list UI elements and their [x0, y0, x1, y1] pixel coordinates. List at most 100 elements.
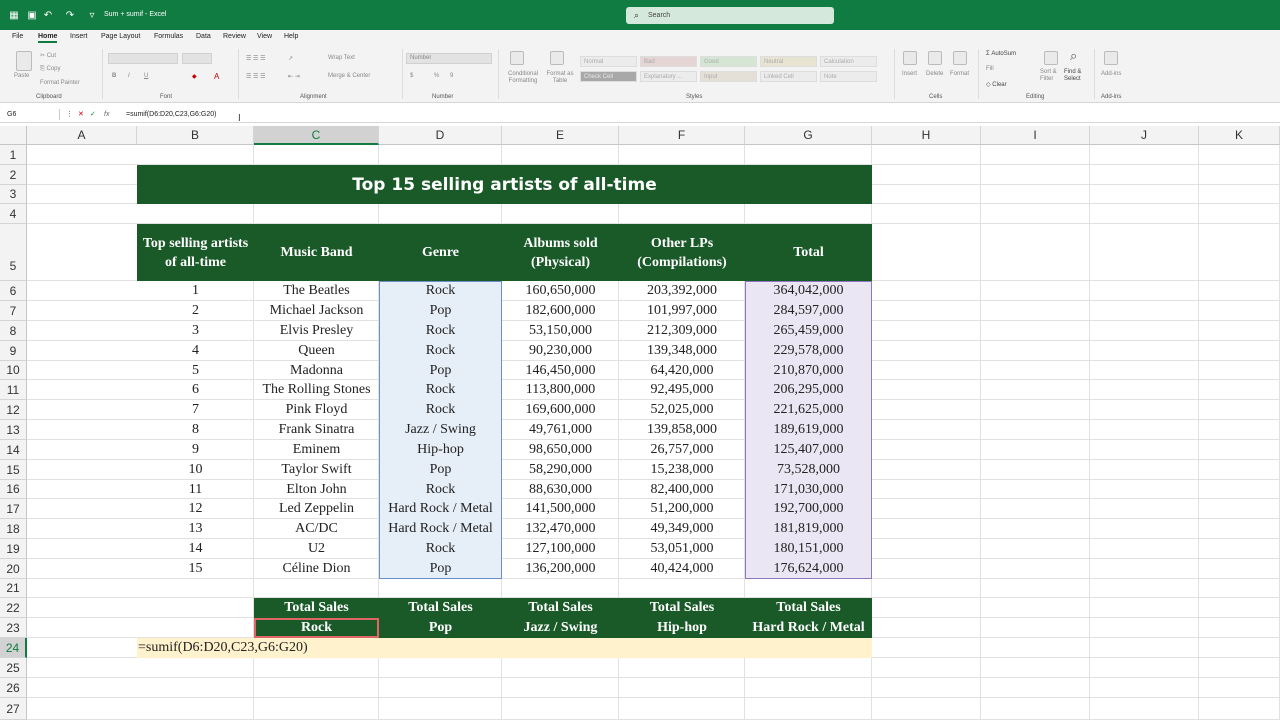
cell-albums[interactable]: 169,600,000	[502, 400, 619, 420]
column-header-g[interactable]: G	[745, 126, 872, 145]
cell-rank[interactable]: 3	[137, 321, 254, 341]
cell-other[interactable]: 64,420,000	[619, 361, 745, 380]
cell-genre[interactable]: Rock	[379, 321, 502, 341]
conditional-formatting-button[interactable]: Conditional Formatting	[503, 71, 543, 85]
cell-genre[interactable]: Pop	[379, 301, 502, 321]
insert-cells-icon[interactable]	[903, 51, 917, 65]
style-calculation[interactable]: Calculation	[820, 56, 877, 67]
font-color-icon[interactable]: A	[214, 72, 219, 81]
format-as-table-icon[interactable]	[550, 51, 564, 65]
row-header-4[interactable]: 4	[0, 204, 27, 224]
cell-total[interactable]: 171,030,000	[745, 480, 872, 499]
align-top-icon[interactable]: ☰ ☰ ☰	[246, 55, 265, 62]
column-header-c[interactable]: C	[254, 126, 379, 145]
column-header-d[interactable]: D	[379, 126, 502, 145]
cell-total[interactable]: 210,870,000	[745, 361, 872, 380]
tab-insert[interactable]: Insert	[70, 33, 88, 40]
font-name-select[interactable]	[108, 53, 178, 64]
cell-genre[interactable]: Jazz / Swing	[379, 420, 502, 440]
cell-other[interactable]: 82,400,000	[619, 480, 745, 499]
row-header-23[interactable]: 23	[0, 618, 27, 638]
sort-filter-icon[interactable]	[1044, 51, 1058, 65]
cell-genre[interactable]: Rock	[379, 400, 502, 420]
cell-band[interactable]: Taylor Swift	[254, 460, 379, 480]
column-header-b[interactable]: B	[137, 126, 254, 145]
cell-other[interactable]: 40,424,000	[619, 559, 745, 579]
cell-albums[interactable]: 49,761,000	[502, 420, 619, 440]
name-box-dropdown-icon[interactable]: ⋮	[66, 109, 73, 120]
cell-genre[interactable]: Hip-hop	[379, 440, 502, 460]
cell-total[interactable]: 125,407,000	[745, 440, 872, 460]
cell-band[interactable]: U2	[254, 539, 379, 559]
cell-band[interactable]: Led Zeppelin	[254, 499, 379, 519]
format-cells-button[interactable]: Format	[950, 71, 969, 77]
cell-genre[interactable]: Rock	[379, 480, 502, 499]
tab-home[interactable]: Home	[38, 33, 58, 43]
column-header-k[interactable]: K	[1199, 126, 1280, 145]
row-header-6[interactable]: 6	[0, 281, 27, 301]
cell-other[interactable]: 139,348,000	[619, 341, 745, 361]
row-header-7[interactable]: 7	[0, 301, 27, 321]
sort-filter-button[interactable]: Sort & Filter	[1040, 69, 1064, 83]
cell-rank[interactable]: 15	[137, 559, 254, 579]
cell-genre[interactable]: Pop	[379, 460, 502, 480]
row-header-10[interactable]: 10	[0, 361, 27, 380]
cell-band[interactable]: Michael Jackson	[254, 301, 379, 321]
row-header-15[interactable]: 15	[0, 460, 27, 480]
row-header-19[interactable]: 19	[0, 539, 27, 559]
cell-band[interactable]: Madonna	[254, 361, 379, 380]
tab-help[interactable]: Help	[284, 33, 298, 40]
cell-total[interactable]: 364,042,000	[745, 281, 872, 301]
orientation-icon[interactable]: ↗	[288, 55, 293, 62]
row-header-25[interactable]: 25	[0, 658, 27, 678]
delete-cells-icon[interactable]	[928, 51, 942, 65]
comma-button[interactable]: 9	[450, 73, 453, 79]
cell-other[interactable]: 52,025,000	[619, 400, 745, 420]
find-select-button[interactable]: Find & Select	[1064, 69, 1092, 83]
cell-rank[interactable]: 14	[137, 539, 254, 559]
name-box[interactable]: G6	[4, 109, 60, 120]
copy-button[interactable]: ⎘ Copy	[40, 66, 60, 73]
summary-label-cell[interactable]: Total Sales	[379, 598, 502, 618]
row-header-8[interactable]: 8	[0, 321, 27, 341]
summary-genre-cell[interactable]: Jazz / Swing	[502, 618, 619, 638]
summary-genre-cell[interactable]: Hard Rock / Metal	[745, 618, 872, 638]
cell-total[interactable]: 229,578,000	[745, 341, 872, 361]
cell-genre[interactable]: Pop	[379, 559, 502, 579]
add-ins-button[interactable]: Add-ins	[1101, 71, 1121, 77]
delete-cells-button[interactable]: Delete	[926, 71, 943, 77]
summary-genre-cell[interactable]: Pop	[379, 618, 502, 638]
cell-total[interactable]: 180,151,000	[745, 539, 872, 559]
cell-band[interactable]: Frank Sinatra	[254, 420, 379, 440]
cell-genre[interactable]: Rock	[379, 380, 502, 400]
cell-band[interactable]: AC/DC	[254, 519, 379, 539]
save-icon[interactable]: ▣	[26, 9, 38, 21]
cell-genre[interactable]: Rock	[379, 281, 502, 301]
cell-band[interactable]: Pink Floyd	[254, 400, 379, 420]
header-band[interactable]: Music Band	[254, 224, 379, 281]
cell-rank[interactable]: 6	[137, 380, 254, 400]
summary-label-cell[interactable]: Total Sales	[745, 598, 872, 618]
cell-rank[interactable]: 8	[137, 420, 254, 440]
summary-label-cell[interactable]: Total Sales	[502, 598, 619, 618]
cell-albums[interactable]: 53,150,000	[502, 321, 619, 341]
summary-genre-cell[interactable]: Hip-hop	[619, 618, 745, 638]
cell-albums[interactable]: 58,290,000	[502, 460, 619, 480]
row-header-26[interactable]: 26	[0, 678, 27, 698]
cell-albums[interactable]: 160,650,000	[502, 281, 619, 301]
tab-file[interactable]: File	[12, 33, 23, 40]
row-header-1[interactable]: 1	[0, 145, 27, 165]
cell-total[interactable]: 221,625,000	[745, 400, 872, 420]
merge-center-button[interactable]: Merge & Center	[328, 73, 370, 79]
cell-other[interactable]: 49,349,000	[619, 519, 745, 539]
undo-icon[interactable]: ↶	[42, 9, 54, 21]
editing-cell[interactable]: =sumif(D6:D20,C23,G6:G20)	[137, 638, 308, 658]
cell-albums[interactable]: 146,450,000	[502, 361, 619, 380]
cell-genre[interactable]: Pop	[379, 361, 502, 380]
format-as-table-button[interactable]: Format as Table	[544, 71, 576, 85]
cell-rank[interactable]: 9	[137, 440, 254, 460]
header-rank[interactable]: Top selling artists of all-time	[137, 224, 254, 281]
cell-albums[interactable]: 127,100,000	[502, 539, 619, 559]
cell-albums[interactable]: 132,470,000	[502, 519, 619, 539]
select-all-corner[interactable]	[0, 126, 27, 145]
